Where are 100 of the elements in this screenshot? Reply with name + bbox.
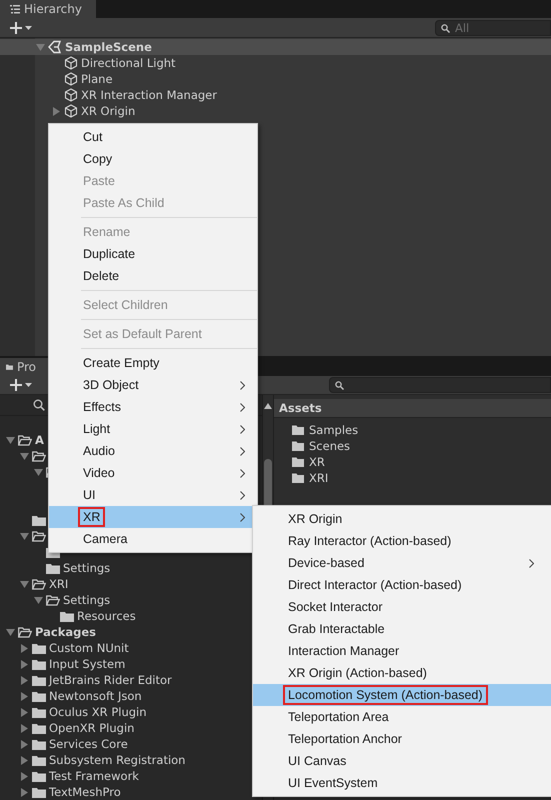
menu-item[interactable]: UI [49,484,257,506]
cube-icon [64,72,78,86]
menu-item[interactable]: Socket Interactor [253,596,551,618]
add-dropdown-icon[interactable] [10,22,34,34]
menu-item[interactable]: UI Canvas [253,750,551,772]
folder-icon [32,706,46,718]
expanded-arrow-icon[interactable] [36,42,45,52]
expanded-arrow-icon[interactable] [20,580,29,588]
menu-item[interactable]: Copy [49,148,257,170]
menu-item[interactable]: Duplicate [49,243,257,265]
menu-item[interactable]: Delete [49,265,257,287]
folder-icon [60,610,74,622]
folder-name[interactable]: Samples [309,423,358,437]
folder-name[interactable]: Test Framework [49,769,139,783]
folder-name[interactable]: Oculus XR Plugin [49,705,147,719]
menu-item[interactable]: Device-based [253,552,551,574]
menu-item[interactable]: Interaction Manager [253,640,551,662]
tree-row[interactable]: Directional Light [0,55,551,71]
hierarchy-tab[interactable]: Hierarchy [0,0,96,18]
folder-icon [32,770,46,782]
folder-name[interactable]: Subsystem Registration [49,753,186,767]
folder-icon [292,441,304,451]
selected-row[interactable]: SampleScene [0,39,551,55]
folder-name[interactable]: Custom NUnit [49,641,129,655]
folder-icon [32,754,46,766]
menu-item[interactable]: Locomotion System (Action-based) [253,684,551,706]
folder-icon [6,362,13,372]
collapsed-arrow-icon[interactable] [20,772,29,780]
folder-name[interactable]: TextMeshPro [49,785,121,799]
open-folder-icon [18,434,32,446]
collapsed-arrow-icon[interactable] [52,106,61,116]
menu-item[interactable]: Direct Interactor (Action-based) [253,574,551,596]
menu-item[interactable]: Create Empty [49,352,257,374]
expanded-arrow-icon[interactable] [34,596,43,604]
search-icon [33,399,45,411]
collapsed-arrow-icon[interactable] [20,740,29,748]
folder-icon [32,514,46,526]
project-tab[interactable]: Pro [0,358,50,376]
menu-item[interactable]: Video [49,462,257,484]
folder-icon [32,674,46,686]
open-folder-icon [32,450,46,462]
folder-name[interactable]: XRI [309,471,328,485]
menu-item[interactable]: Effects [49,396,257,418]
search-field[interactable] [329,376,551,393]
folder-name[interactable]: A [35,433,44,447]
tree-row[interactable]: Plane [0,71,551,87]
search-field[interactable]: All [435,20,551,36]
collapsed-arrow-icon[interactable] [20,676,29,684]
tree-row[interactable]: XR Origin [0,103,551,119]
folder-name[interactable]: Input System [49,657,126,671]
expanded-arrow-icon[interactable] [6,628,15,636]
menu-item[interactable]: Audio [49,440,257,462]
expanded-arrow-icon[interactable] [6,436,15,444]
collapsed-arrow-icon[interactable] [20,756,29,764]
folder-icon [292,425,304,435]
expanded-arrow-icon[interactable] [20,452,29,460]
folder-icon [32,786,46,798]
folder-icon [32,738,46,750]
list-icon [10,4,20,14]
folder-name[interactable]: Services Core [49,737,128,751]
folder-name[interactable]: Newtonsoft Json [49,689,142,703]
menu-item[interactable]: Grab Interactable [253,618,551,640]
collapsed-arrow-icon[interactable] [20,708,29,716]
collapsed-arrow-icon[interactable] [20,644,29,652]
folder-icon [32,642,46,654]
expanded-arrow-icon[interactable] [20,532,29,540]
folder-name[interactable]: Settings [63,561,110,575]
search-icon [441,24,451,32]
cube-icon [64,104,78,118]
folder-name[interactable]: Settings [63,593,110,607]
folder-icon [292,473,304,483]
open-folder-icon [32,578,46,590]
collapsed-arrow-icon[interactable] [20,724,29,732]
folder-name[interactable]: JetBrains Rider Editor [49,673,172,687]
collapsed-arrow-icon[interactable] [20,692,29,700]
collapsed-arrow-icon[interactable] [20,788,29,796]
collapsed-arrow-icon[interactable] [20,660,29,668]
folder-name[interactable]: XRI [49,577,68,591]
folder-name[interactable]: XR [309,455,325,469]
folder-icon [32,722,46,734]
folder-icon [32,658,46,670]
folder-name[interactable]: Scenes [309,439,350,453]
add-dropdown-icon[interactable] [10,378,34,391]
menu-item[interactable]: Cut [49,126,257,148]
folder-name[interactable]: Packages [35,625,96,639]
cube-icon [64,56,78,70]
menu-item[interactable]: Ray Interactor (Action-based) [253,530,551,552]
scroll-up-icon[interactable] [264,403,272,409]
expanded-arrow-icon[interactable] [34,468,43,476]
menu-item[interactable]: Teleportation Area [253,706,551,728]
search-icon [335,380,345,390]
folder-name[interactable]: Resources [77,609,136,623]
menu-item[interactable]: XR Origin (Action-based) [253,662,551,684]
menu-item[interactable]: UI EventSystem [253,772,551,794]
open-folder-icon [18,626,32,638]
tree-row[interactable]: XR Interaction Manager [0,87,551,103]
menu-item[interactable]: Teleportation Anchor [253,728,551,750]
folder-name[interactable]: OpenXR Plugin [49,721,134,735]
cube-icon [64,88,78,102]
menu-item[interactable]: Light [49,418,257,440]
